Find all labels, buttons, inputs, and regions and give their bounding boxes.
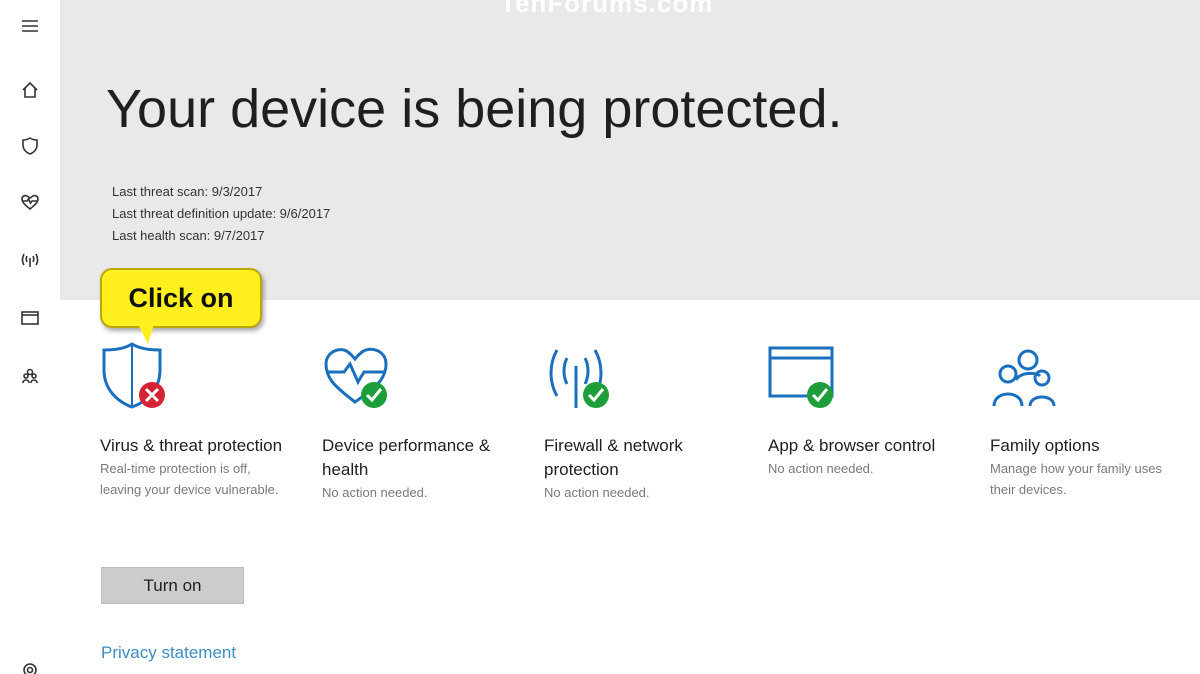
family-icon[interactable] bbox=[14, 360, 46, 392]
tile-device-performance-health[interactable]: Device performance & health No action ne… bbox=[322, 340, 512, 503]
tile-description: No action needed. bbox=[544, 485, 650, 500]
watermark: TenForums.com bbox=[500, 0, 714, 18]
home-icon[interactable] bbox=[14, 74, 46, 106]
tile-virus-threat-protection[interactable]: Virus & threat protection Real-time prot… bbox=[100, 340, 290, 500]
click-on-callout: Click on bbox=[100, 268, 262, 344]
heart-pulse-icon[interactable] bbox=[14, 186, 46, 218]
gear-icon[interactable] bbox=[20, 660, 40, 674]
tile-family-options[interactable]: Family options Manage how your family us… bbox=[990, 340, 1180, 500]
browser-window-icon[interactable] bbox=[14, 302, 46, 334]
last-health-scan: Last health scan: 9/7/2017 bbox=[112, 228, 265, 243]
status-banner: TenForums.com Your device is being prote… bbox=[60, 0, 1200, 300]
tile-title: Virus & threat protection bbox=[100, 436, 283, 455]
tile-description: No action needed. bbox=[322, 485, 428, 500]
heart-pulse-icon bbox=[322, 340, 394, 412]
browser-window-icon bbox=[768, 340, 840, 412]
tile-title: App & browser control bbox=[768, 436, 936, 455]
turn-on-button[interactable]: Turn on bbox=[101, 567, 244, 604]
tile-description: Real-time protection is off, leaving you… bbox=[100, 461, 279, 497]
tile-title: Device performance & health bbox=[322, 436, 491, 479]
shield-icon[interactable] bbox=[14, 130, 46, 162]
tile-app-browser-control[interactable]: App & browser control No action needed. bbox=[768, 340, 958, 479]
nav-rail bbox=[0, 0, 60, 674]
tile-firewall-network-protection[interactable]: Firewall & network protection No action … bbox=[544, 340, 734, 503]
antenna-icon[interactable] bbox=[14, 244, 46, 276]
callout-text: Click on bbox=[128, 282, 234, 313]
tile-description: No action needed. bbox=[768, 461, 874, 476]
tile-title: Family options bbox=[990, 436, 1100, 455]
callout-tail bbox=[138, 324, 154, 344]
antenna-icon bbox=[544, 340, 616, 412]
last-definition-update: Last threat definition update: 9/6/2017 bbox=[112, 206, 331, 221]
page-title: Your device is being protected. bbox=[106, 79, 843, 139]
privacy-statement-link[interactable]: Privacy statement bbox=[101, 643, 236, 663]
tile-description: Manage how your family uses their device… bbox=[990, 461, 1162, 497]
family-icon bbox=[990, 340, 1062, 412]
shield-icon bbox=[100, 340, 172, 412]
tile-title: Firewall & network protection bbox=[544, 436, 683, 479]
hamburger-menu-icon[interactable] bbox=[14, 10, 46, 42]
last-threat-scan: Last threat scan: 9/3/2017 bbox=[112, 184, 263, 199]
